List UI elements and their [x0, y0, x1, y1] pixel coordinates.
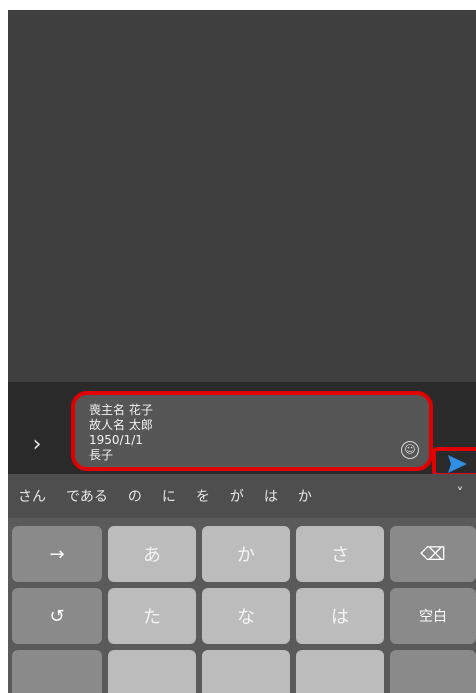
- key-na[interactable]: な: [202, 588, 290, 644]
- suggestion-item[interactable]: の: [118, 486, 152, 506]
- suggestion-item[interactable]: は: [254, 486, 288, 506]
- suggestion-item[interactable]: か: [288, 486, 322, 506]
- suggestion-bar: さん である の に を が は か: [8, 474, 476, 518]
- key-undo[interactable]: ↺: [12, 588, 102, 644]
- key-cursor-right[interactable]: →: [12, 526, 102, 582]
- key-row3-2[interactable]: [108, 650, 196, 693]
- message-input-field[interactable]: 喪主名 花子 故人名 太郎 1950/1/1 長子 ☺: [71, 391, 433, 471]
- smile-icon[interactable]: ☺: [401, 441, 419, 459]
- chevron-right-icon[interactable]: ›: [26, 434, 48, 456]
- key-ha[interactable]: は: [296, 588, 384, 644]
- key-row3-right[interactable]: [390, 650, 476, 693]
- chat-history-area: [8, 10, 476, 382]
- key-row3-4[interactable]: [296, 650, 384, 693]
- suggestion-item[interactable]: である: [56, 486, 118, 506]
- key-a[interactable]: あ: [108, 526, 196, 582]
- key-ta[interactable]: た: [108, 588, 196, 644]
- phone-screen: › 喪主名 花子 故人名 太郎 1950/1/1 長子 ☺ さん である の に…: [8, 10, 476, 693]
- key-row3-3[interactable]: [202, 650, 290, 693]
- japanese-keyboard: さん である の に を が は か ˅ → あ か さ ⌫ ↺ た な は 空…: [8, 474, 476, 693]
- key-sa[interactable]: さ: [296, 526, 384, 582]
- key-row3-left[interactable]: [12, 650, 102, 693]
- chevron-down-icon[interactable]: ˅: [450, 484, 470, 504]
- suggestion-item[interactable]: を: [186, 486, 220, 506]
- send-icon[interactable]: [446, 453, 468, 475]
- suggestion-item[interactable]: に: [152, 486, 186, 506]
- key-ka[interactable]: か: [202, 526, 290, 582]
- suggestion-item[interactable]: さん: [8, 486, 56, 506]
- key-space[interactable]: 空白: [390, 588, 476, 644]
- message-input-text[interactable]: 喪主名 花子 故人名 太郎 1950/1/1 長子: [89, 403, 389, 463]
- suggestion-item[interactable]: が: [220, 486, 254, 506]
- key-backspace[interactable]: ⌫: [390, 526, 476, 582]
